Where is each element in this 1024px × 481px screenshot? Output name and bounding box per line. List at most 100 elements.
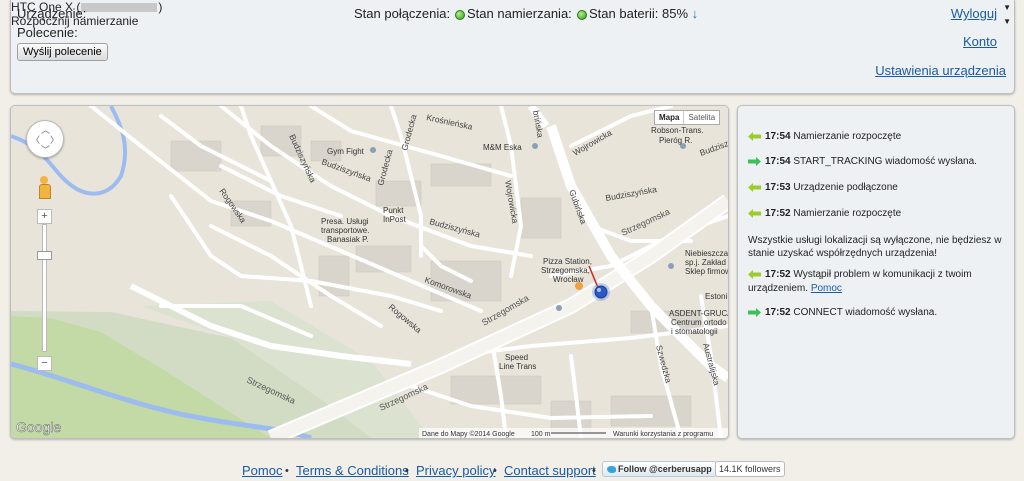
twitter-followers-count: 14.1K followers [715,461,785,477]
incoming-arrow-icon [748,131,761,141]
warning-line: stanie uzyskać współrzędnych urządzenia! [748,248,937,259]
log-entry: 17:54 START_TRACKING wiadomość wysłana. [748,156,977,167]
account-link[interactable]: Konto [963,34,997,49]
twitter-follow-button[interactable]: Follow @cerberusapp [602,461,717,477]
zoom-out-button[interactable]: − [37,356,52,371]
zoom-slider-handle[interactable] [37,251,52,260]
place-label: transportowe. [321,226,369,235]
place-label: Strzegomska, [541,266,590,275]
device-label: Urządzenie: [17,6,87,21]
log-entry: 17:52 Namierzanie rozpoczęte [748,208,901,219]
footer-privacy-link[interactable]: Privacy policy [416,463,495,478]
logout-link[interactable]: Wyloguj [951,6,997,21]
twitter-bird-icon [607,466,616,473]
map-panel[interactable]: Krośnieńska Budziszyńska Budziszyńska Bu… [10,105,729,439]
chevron-down-icon: ▼ [1003,2,1011,12]
place-label: Centrum ortodo [671,318,727,327]
map-type-map-button[interactable]: Mapa [655,111,685,124]
battery-status-label: Stan baterii: 85% [589,6,689,21]
place-label: Pizza Station, [543,257,592,266]
place-label: Line Trans [499,362,536,371]
place-label: Pieróg R. [659,136,692,145]
tracking-status-icon [576,9,587,20]
masked-device-id [81,2,158,12]
log-text: Namierzanie rozpoczęte [793,131,902,142]
map-canvas[interactable]: Krośnieńska Budziszyńska Budziszyńska Bu… [11,106,728,438]
log-time: 17:52 [765,307,791,318]
connection-status: Stan połączenia: [354,6,466,21]
pan-up-icon[interactable]: ︿ [41,123,50,136]
location-services-warning: Wszystkie usługi lokalizacji są wyłączon… [748,234,1008,260]
help-link[interactable]: Pomoc [811,283,842,294]
outgoing-arrow-icon [748,156,761,166]
log-text: Namierzanie rozpoczęte [793,208,902,219]
street-view-pegman-icon[interactable] [37,176,51,199]
footer-separator: • [493,465,497,477]
pan-down-icon[interactable]: ﹀ [41,143,50,156]
place-label: Estoni [705,292,727,301]
place-label: sp.j. Zakład [685,258,726,267]
control-panel: Urządzenie: HTC One X ( ) ▼ Polecenie: R… [10,0,1015,94]
log-text: Urządzenie podłączone [793,182,898,193]
place-label: ASDENT-GRUCA [669,309,728,318]
map-type-control: Mapa Satelita [654,110,721,125]
log-text: urządzeniem. [748,283,809,294]
place-label: M&M Eska [483,143,522,152]
connection-status-label: Stan połączenia: [354,6,451,21]
log-time: 17:52 [765,269,791,280]
footer-separator: • [285,465,289,477]
log-entry: 17:52 CONNECT wiadomość wysłana. [748,307,937,318]
event-log-panel: 17:54 Namierzanie rozpoczęte 17:54 START_… [737,105,1015,439]
incoming-arrow-icon [748,269,761,279]
place-label: Sklep firmowy [685,267,728,276]
log-entry: 17:53 Urządzenie podłączone [748,182,898,193]
place-label: Banasiak P. [327,235,369,244]
place-label: Punkt [383,206,404,215]
place-label: Wrocław [553,275,584,284]
outgoing-arrow-icon [748,307,761,317]
connection-status-icon [455,9,466,20]
place-label: i stomatologii [671,327,718,336]
map-scale: 100 m [531,431,551,438]
command-label: Polecenie: [17,25,78,40]
place-label: InPost [383,215,406,224]
twitter-follow-label: Follow @cerberusapp [618,464,712,474]
device-select-value-end: ) [158,0,163,14]
pan-right-icon[interactable]: 〉 [50,133,59,146]
google-logo: Google [16,419,61,435]
warning-line: Wszystkie usługi lokalizacji są wyłączon… [748,235,1002,246]
device-settings-link[interactable]: Ustawienia urządzenia [875,63,1006,78]
tracking-status-label: Stan namierzania: [467,6,572,21]
chevron-down-icon: ▼ [1003,17,1011,26]
place-label: Niebieszczański [685,249,728,258]
incoming-arrow-icon [748,208,761,218]
log-time: 17:54 [765,156,791,167]
map-terms-link[interactable]: Warunki korzystania z programu [613,431,713,438]
footer-separator: • [592,465,596,477]
place-label: Robson-Trans. [651,126,704,135]
log-text: CONNECT wiadomość wysłana. [793,307,938,318]
place-label: Gym Fight [327,147,365,156]
battery-status: Stan baterii: 85% ↓ [589,6,698,21]
map-type-satellite-button[interactable]: Satelita [684,111,719,124]
send-command-button[interactable]: Wyślij polecenie [17,43,108,61]
log-time: 17:52 [765,208,791,219]
zoom-slider-track[interactable] [42,224,47,352]
pan-left-icon[interactable]: 〈 [31,133,40,146]
place-label: Speed [505,353,528,362]
log-entry: 17:52 Wystąpił problem w komunikacji z t… [748,268,972,296]
battery-down-arrow-icon: ↓ [691,6,699,21]
pan-control[interactable]: ︿ ﹀ 〈 〉 [26,120,64,158]
footer-contact-link[interactable]: Contact support [504,463,596,478]
log-text: START_TRACKING wiadomość wysłana. [793,156,977,167]
log-text: Wystąpił problem w komunikacji z twoim [793,269,972,280]
place-label: Presa. Usługi [321,217,369,226]
zoom-in-button[interactable]: + [37,209,52,224]
incoming-arrow-icon [748,182,761,192]
map-attribution: Dane do Mapy ©2014 Google [422,430,515,438]
footer-help-link[interactable]: Pomoc [242,463,282,478]
footer-terms-link[interactable]: Terms & Conditions [296,463,409,478]
device-location-marker[interactable] [594,285,608,299]
log-time: 17:54 [765,131,791,142]
tracking-status: Stan namierzania: [467,6,587,21]
